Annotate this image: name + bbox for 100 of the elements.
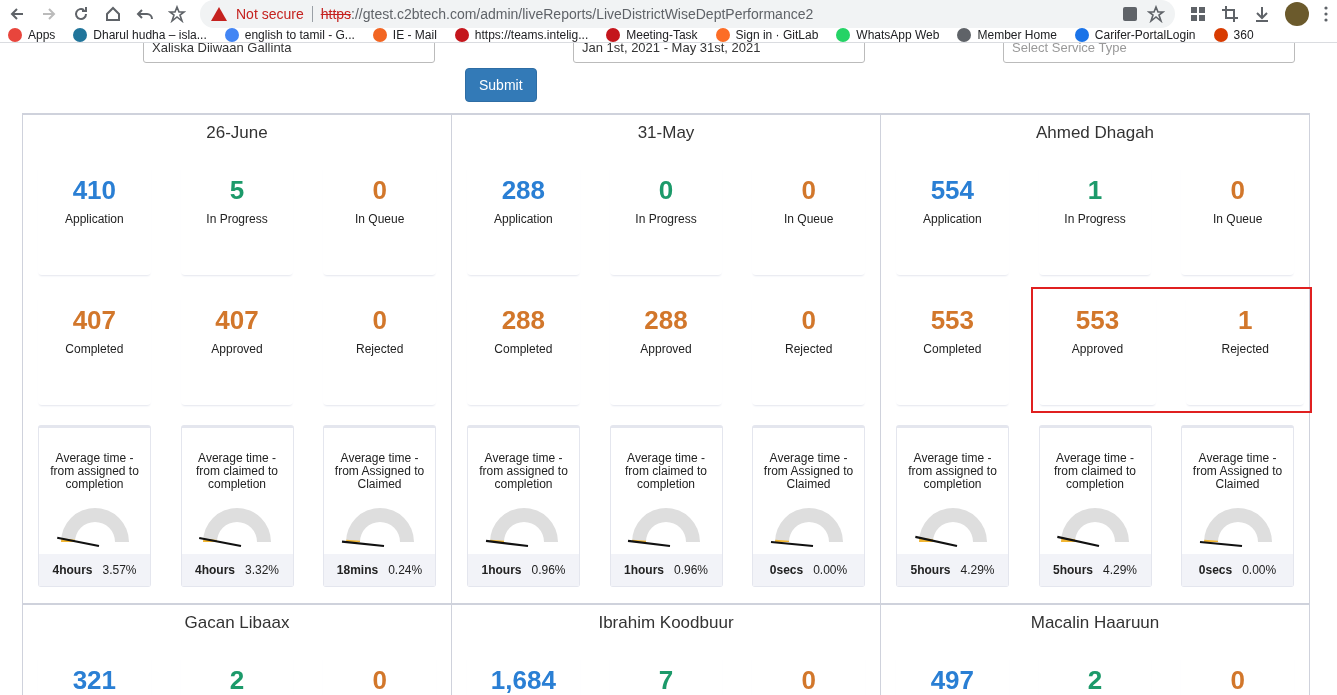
bookmark-link[interactable]: Carifer-PortalLogin (1074, 28, 1196, 42)
stat-value: 0 (658, 175, 674, 206)
url-text: https://gtest.c2btech.com/admin/liveReports/LiveDistrictWiseDeptPerformance2 (320, 6, 815, 22)
gauge-caption: Average time - from Assigned to Claimed (333, 452, 426, 492)
gauge-caption: Average time - from claimed to completion (624, 452, 708, 492)
bookmark-link[interactable]: WhatsApp Web (836, 28, 940, 42)
gauge-time: 1hours (623, 563, 664, 577)
stat-value: 288 (644, 305, 688, 336)
stat-label: Rejected (784, 342, 833, 356)
gauge-percent: 0.96% (531, 563, 566, 577)
reload-icon[interactable] (72, 5, 90, 23)
gauge-time: 0secs (1198, 563, 1233, 577)
stat-value: 554 (930, 175, 974, 206)
bookmark-link[interactable]: https://teams.intelig... (454, 28, 589, 42)
menu-icon[interactable] (1323, 5, 1329, 23)
gauge-percent: 3.32% (245, 563, 279, 577)
submit-button[interactable]: Submit (465, 68, 537, 102)
gauge-caption: Average time - from claimed to completion (1053, 452, 1137, 492)
stat-value: 321 (72, 665, 116, 695)
gauge-caption: Average time - from Assigned to Claimed (762, 452, 855, 492)
stat-value: 2 (229, 665, 245, 695)
gauge-time: 5hours (1052, 563, 1093, 577)
panel-title: Macalin Haaruun (1029, 613, 1161, 633)
stat-value: 288 (501, 175, 545, 206)
gauge-percent: 0.24% (388, 563, 423, 577)
stat-value: 553 (1075, 305, 1120, 336)
stat-value: 0 (372, 305, 387, 336)
gauge-caption: Average time - from assigned to completion (478, 452, 569, 492)
stat-label: In Progress (206, 212, 268, 226)
address-bar[interactable]: Not secure https://gtest.c2btech.com/admin/liveReports/LiveDistrictWiseDeptPerformance2 (200, 0, 1175, 28)
stat-label: Rejected (1221, 342, 1269, 356)
stat-label: In Progress (635, 212, 697, 226)
stat-value: 410 (72, 175, 116, 206)
crop-icon[interactable] (1221, 5, 1239, 23)
stat-value: 0 (1230, 175, 1245, 206)
stat-value: 0 (1230, 665, 1245, 695)
gauge-time: 4hours (52, 563, 93, 577)
gauge-caption: Average time - from claimed to completion (195, 452, 279, 492)
stat-label: Application (922, 212, 982, 226)
bookmark-link[interactable]: 360 (1213, 28, 1254, 42)
profile-avatar[interactable] (1285, 2, 1309, 26)
stat-value: 288 (501, 305, 545, 336)
stat-value: 0 (801, 665, 816, 695)
panel-title: 26-June (205, 123, 269, 143)
district-select[interactable]: Xaliska Diiwaan Gallinta (143, 43, 435, 63)
panel-title: 31-May (636, 123, 696, 143)
stat-label: Completed (65, 342, 124, 356)
gauge-percent: 4.29% (960, 563, 995, 577)
gauge-time: 5hours (910, 563, 951, 577)
stat-label: Application (64, 212, 124, 226)
stat-label: Rejected (355, 342, 404, 356)
gauge-caption: Average time - from assigned to completion (49, 452, 140, 492)
stat-label: In Queue (1212, 212, 1263, 226)
date-range-field[interactable]: Jan 1st, 2021 - May 31st, 2021 (573, 43, 865, 63)
gauge-percent: 0.00% (813, 563, 848, 577)
warning-icon (210, 5, 228, 23)
star-icon[interactable] (168, 5, 186, 23)
star-icon[interactable] (1147, 5, 1165, 23)
stat-value: 1 (1087, 175, 1103, 206)
panel-title: Ibrahim Koodbuur (597, 613, 735, 633)
stat-label: Completed (923, 342, 982, 356)
stat-value: 0 (372, 665, 387, 695)
stat-value: 407 (72, 305, 116, 336)
gauge-caption: Average time - from Assigned to Claimed (1191, 452, 1284, 492)
home-icon[interactable] (104, 5, 122, 23)
stat-label: In Queue (783, 212, 834, 226)
bookmark-link[interactable]: english to tamil - G... (224, 28, 355, 42)
stat-label: Approved (1071, 342, 1124, 356)
stat-value: 5 (229, 175, 245, 206)
stat-value: 553 (930, 305, 974, 336)
gauge-percent: 4.29% (1103, 563, 1137, 577)
stat-value: 0 (801, 175, 816, 206)
panel-title: Ahmed Dhagah (1034, 123, 1156, 143)
stat-label: In Queue (354, 212, 405, 226)
stat-label: Application (493, 212, 553, 226)
stat-value: 0 (372, 175, 387, 206)
bookmark-link[interactable]: IE - Mail (372, 28, 437, 42)
gauge-time: 18mins (336, 563, 379, 577)
security-label: Not secure (236, 6, 304, 22)
bookmark-link[interactable]: Member Home (957, 28, 1057, 42)
stat-value: 497 (930, 665, 974, 695)
stat-label: Approved (640, 342, 692, 356)
gauge-caption: Average time - from assigned to completion (907, 452, 998, 492)
stat-label: Approved (211, 342, 263, 356)
bookmark-link[interactable]: Meeting-Task (606, 28, 698, 42)
stat-value: 407 (215, 305, 259, 336)
stat-value: 7 (658, 665, 674, 695)
stat-value: 0 (801, 305, 816, 336)
panel-title: Gacan Libaax (183, 613, 291, 633)
gauge-time: 4hours (194, 563, 235, 577)
stat-value: 1 (1237, 305, 1253, 336)
gauge-percent: 3.57% (102, 563, 137, 577)
stat-value: 2 (1087, 665, 1103, 695)
bookmark-link[interactable]: Sign in · GitLab (715, 28, 819, 42)
stat-label: Completed (494, 342, 553, 356)
stat-value: 1,684 (490, 665, 556, 695)
grid-icon[interactable] (1189, 5, 1207, 23)
bookmark-link[interactable]: Dharul hudha – isla... (73, 28, 207, 42)
bookmark-link[interactable]: Apps (8, 28, 56, 42)
download-icon[interactable] (1253, 5, 1271, 23)
